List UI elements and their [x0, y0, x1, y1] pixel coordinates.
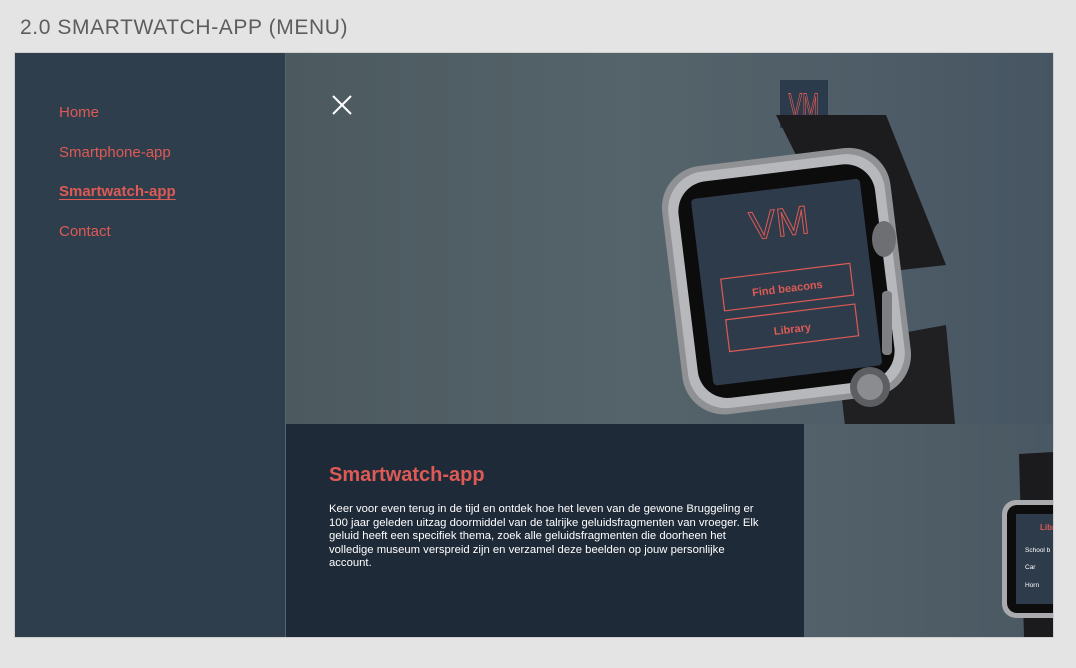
mini-library-title: Libr	[1040, 523, 1053, 532]
app-frame: Home Smartphone-app Smartwatch-app Conta…	[15, 53, 1053, 637]
library-preview-panel: Libr School b Car Horn	[804, 424, 1053, 637]
description-panel: Smartwatch-app Keer voor even terug in d…	[286, 424, 804, 637]
mini-library-item: School b	[1025, 547, 1051, 554]
page-title: 2.0 SMARTWATCH-APP (MENU)	[20, 16, 349, 39]
nav-item-smartwatch-app[interactable]: Smartwatch-app	[59, 183, 176, 200]
watch-logo: VM	[747, 198, 812, 249]
section-body: Keer voor even terug in de tijd en ontde…	[329, 503, 759, 570]
nav-item-smartphone-app[interactable]: Smartphone-app	[59, 144, 171, 161]
close-icon[interactable]	[330, 93, 354, 117]
mini-library-item: Horn	[1025, 582, 1039, 589]
sidebar-menu: Home Smartphone-app Smartwatch-app Conta…	[15, 53, 286, 637]
section-title: Smartwatch-app	[329, 464, 485, 486]
mini-smartwatch-image: Libr School b Car Horn	[1002, 452, 1053, 637]
nav-item-contact[interactable]: Contact	[59, 223, 111, 240]
hero-section: VM VM Find beacons Library	[286, 53, 1053, 424]
mini-library-item: Car	[1025, 564, 1036, 571]
smartwatch-image: VM Find beacons Library	[661, 115, 955, 424]
nav-item-home[interactable]: Home	[59, 104, 99, 121]
